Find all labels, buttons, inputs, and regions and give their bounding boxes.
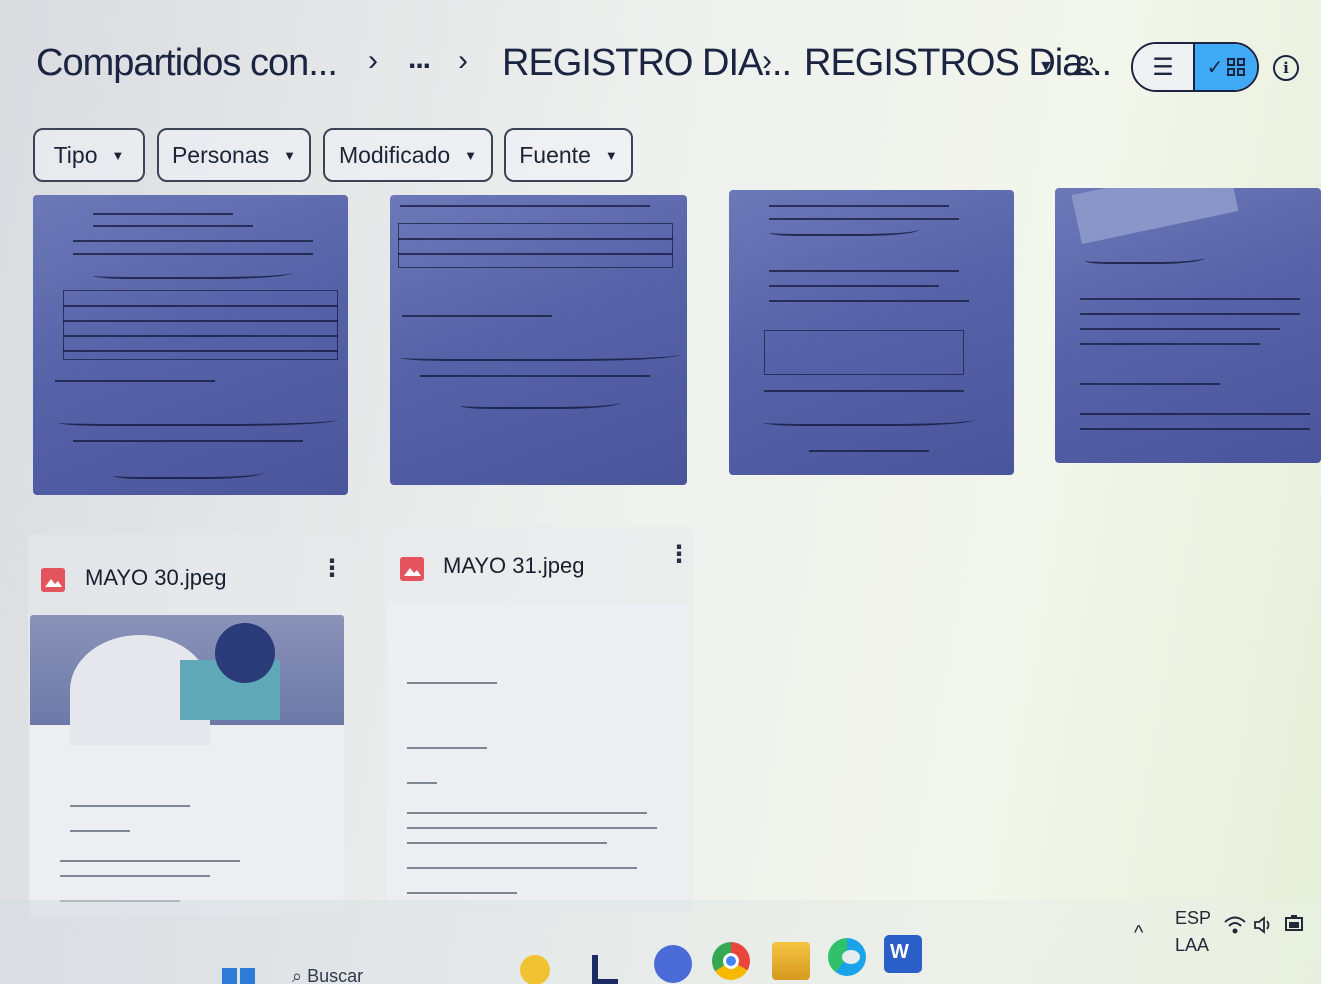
filter-label: Modificado (338, 141, 451, 168)
chevron-down-icon: ▼ (111, 147, 125, 163)
more-options-icon[interactable]: ⋮ (320, 557, 344, 581)
filter-tipo[interactable]: Tipo ▼ (33, 128, 145, 182)
search-placeholder: Buscar (307, 966, 364, 984)
search-icon: ⌕ (292, 966, 308, 984)
check-icon: ✓ (1206, 56, 1224, 79)
chrome-icon[interactable] (712, 942, 750, 980)
breadcrumb-separator: › (368, 44, 378, 77)
file-thumbnail[interactable] (729, 190, 1014, 475)
info-icon[interactable]: i (1273, 55, 1299, 81)
filter-label: Fuente (519, 141, 591, 168)
widgets-icon[interactable] (520, 955, 550, 984)
image-file-icon (400, 557, 424, 581)
tray-overflow-icon[interactable]: ^ (1134, 922, 1143, 945)
breadcrumb-separator: › (458, 44, 468, 77)
grid-icon (1227, 58, 1246, 76)
list-icon: ☰ (1152, 53, 1174, 81)
breadcrumb-overflow-button[interactable]: ... (408, 42, 431, 76)
file-card[interactable]: MAYO 30.jpeg ⋮ (28, 535, 348, 920)
chevron-down-icon: ▼ (464, 147, 478, 163)
filter-modificado[interactable]: Modificado ▼ (323, 128, 493, 182)
edge-icon[interactable] (828, 938, 866, 976)
keyboard-layout-indicator[interactable]: LAA (1175, 935, 1209, 956)
people-icon[interactable] (1073, 54, 1099, 80)
file-explorer-icon[interactable] (772, 942, 810, 980)
list-view-button[interactable]: ☰ (1133, 44, 1194, 90)
image-file-icon (41, 568, 65, 592)
grid-view-button[interactable]: ✓ (1193, 44, 1257, 90)
breadcrumb-item-registro-dia[interactable]: REGISTRO DIA... (502, 42, 792, 85)
file-preview (387, 602, 689, 907)
filter-personas[interactable]: Personas ▼ (157, 128, 311, 182)
filter-label: Personas (171, 141, 270, 168)
breadcrumb-item-shared[interactable]: Compartidos con... (36, 42, 338, 85)
wifi-icon[interactable] (1224, 915, 1246, 935)
breadcrumb-separator: › (762, 44, 772, 77)
breadcrumb: Compartidos con... › ... › REGISTRO DIA.… (0, 28, 1321, 108)
file-thumbnail[interactable] (390, 195, 687, 485)
folder-menu-caret-icon[interactable]: ▼ (1038, 58, 1054, 76)
file-preview (30, 615, 344, 915)
teams-icon[interactable] (654, 945, 692, 983)
language-indicator[interactable]: ESP (1175, 908, 1211, 929)
file-thumbnail[interactable] (1055, 188, 1321, 463)
file-card[interactable]: MAYO 31.jpeg ⋮ (385, 527, 693, 912)
file-thumbnail[interactable] (33, 195, 348, 495)
windows-start-icon[interactable] (222, 968, 256, 984)
breadcrumb-item-registros-dia[interactable]: REGISTROS Dia... (804, 42, 1112, 85)
filter-label: Tipo (53, 141, 98, 168)
file-name: MAYO 31.jpeg (443, 553, 585, 578)
task-view-icon[interactable] (592, 955, 618, 984)
more-options-icon[interactable]: ⋮ (667, 543, 691, 567)
taskbar-search[interactable]: ⌕ Buscar (292, 966, 363, 984)
word-icon[interactable]: W (884, 935, 922, 973)
chevron-down-icon: ▼ (283, 147, 297, 163)
view-toggle: ☰ ✓ (1131, 42, 1259, 92)
file-name: MAYO 30.jpeg (85, 565, 227, 590)
filter-fuente[interactable]: Fuente ▼ (504, 128, 633, 182)
battery-icon[interactable] (1283, 913, 1305, 933)
volume-icon[interactable] (1253, 915, 1273, 935)
chevron-down-icon: ▼ (604, 147, 618, 163)
